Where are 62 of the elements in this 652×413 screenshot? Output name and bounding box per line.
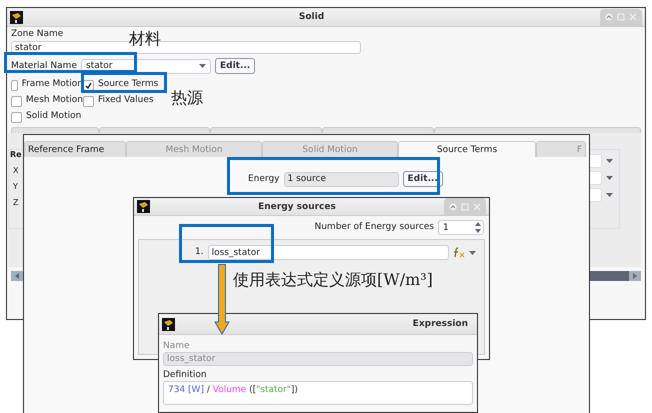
definition-field[interactable]: 734 [W] / Volume (["stator"]) (163, 381, 473, 405)
field-label: Number of Energy sources (314, 222, 434, 233)
axis-label: X (12, 165, 20, 177)
annotation: 使用表达式定义源项[W/m³] (233, 272, 433, 288)
checkbox-label: Solid Motion (26, 111, 82, 122)
window-title: Energy sources (257, 202, 337, 212)
scrollbar[interactable] (590, 271, 641, 281)
tab[interactable] (11, 127, 99, 133)
close-icon[interactable] (629, 13, 637, 21)
checkbox[interactable] (83, 80, 94, 90)
collapse-icon[interactable] (605, 13, 613, 21)
tab[interactable] (98, 127, 210, 133)
close-icon[interactable] (473, 202, 481, 210)
checkbox[interactable] (11, 112, 22, 122)
checkbox-label: Mesh Motion (26, 95, 83, 106)
app-logo-icon (137, 200, 150, 213)
tab[interactable]: Source Terms (398, 141, 536, 157)
field-label: Energy (248, 174, 280, 184)
axis-label: Y (12, 181, 19, 193)
maximize-icon[interactable] (617, 13, 625, 21)
spin-arrows-icon[interactable] (475, 222, 481, 233)
dropdown-arrow-icon[interactable] (606, 193, 613, 197)
function-icon[interactable] (453, 247, 465, 258)
tab[interactable] (322, 127, 434, 133)
field-label: Material Name (11, 60, 77, 72)
checkbox-label: Source Terms (98, 79, 158, 90)
edit-button[interactable]: Edit... (214, 58, 256, 74)
scroll-right-icon[interactable] (633, 273, 637, 279)
scroll-left-icon[interactable] (15, 273, 19, 279)
checkbox[interactable] (11, 80, 18, 90)
tab[interactable] (434, 127, 642, 133)
source-index: 1. (195, 247, 204, 258)
down-arrow-icon (214, 264, 230, 335)
maximize-icon[interactable] (461, 202, 469, 210)
checkbox[interactable] (83, 96, 94, 106)
dropdown-arrow-icon[interactable] (606, 176, 613, 180)
energy-field[interactable]: 1 source (284, 172, 399, 186)
field-label: Name (163, 341, 190, 352)
tab[interactable] (210, 127, 322, 133)
edit-button[interactable]: Edit... (402, 171, 443, 187)
tab[interactable]: Reference Frame (24, 141, 126, 157)
input-field[interactable] (590, 171, 602, 185)
source-field[interactable]: loss_stator (208, 245, 449, 260)
scroll-left-button[interactable] (11, 271, 23, 281)
app-logo-icon (162, 318, 175, 330)
window-title: Expression (412, 319, 469, 329)
annotation: 热源 (171, 90, 203, 106)
dropdown-arrow-icon[interactable] (606, 159, 613, 163)
count-spinner[interactable]: 1 (438, 220, 484, 235)
collapse-icon[interactable] (449, 202, 457, 210)
group-label: Re (10, 150, 23, 160)
input-field[interactable] (590, 188, 602, 202)
axis-label: Z (12, 197, 20, 209)
window-title: Solid (298, 12, 326, 22)
dropdown-arrow-icon[interactable] (469, 250, 476, 254)
checkbox[interactable] (11, 96, 22, 106)
field-label: Zone Name (11, 29, 64, 40)
dropdown-arrow-icon[interactable] (198, 64, 206, 68)
checkbox-label: Fixed Values (98, 95, 154, 106)
input-field[interactable] (590, 154, 602, 168)
app-logo-icon (10, 10, 23, 24)
field-label: Definition (163, 370, 207, 381)
